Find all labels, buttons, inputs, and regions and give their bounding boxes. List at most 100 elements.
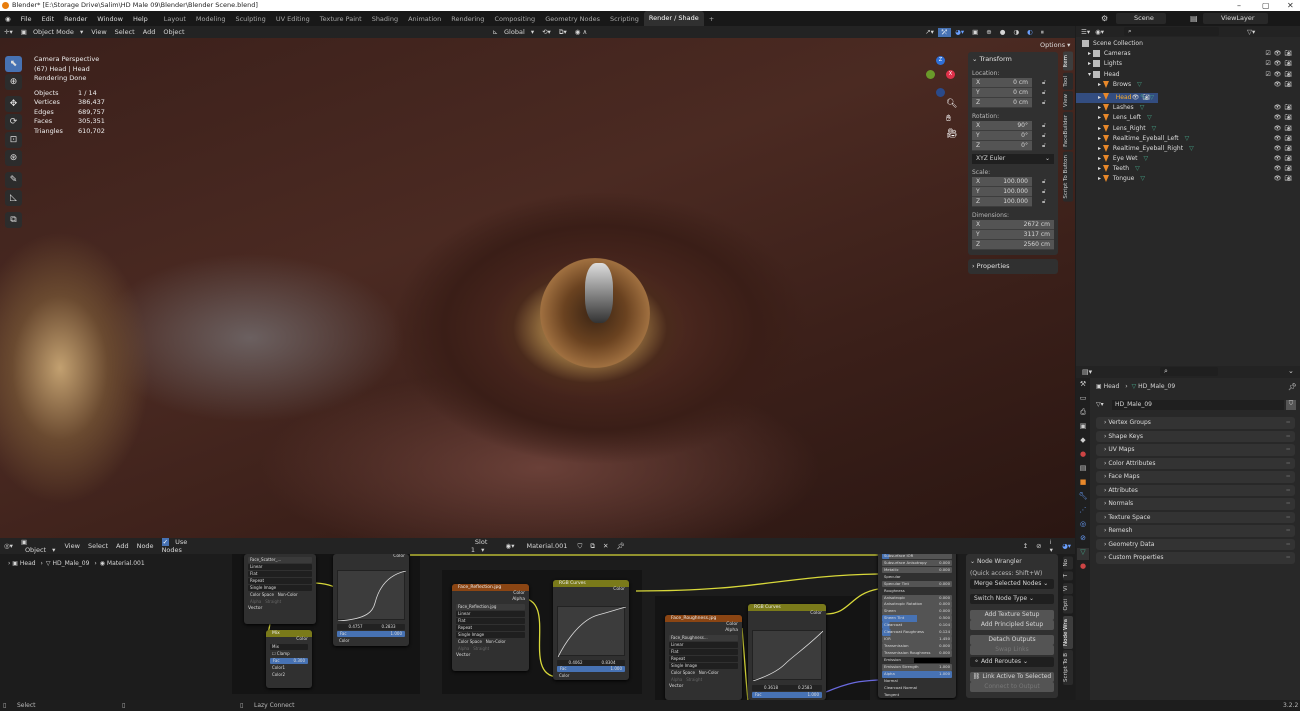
bsdf-input-row[interactable]: Alpha 1.000 xyxy=(882,671,952,678)
lock-icon[interactable]: 🔓︎ xyxy=(1042,178,1046,186)
bsdf-input-row[interactable]: Anisotropic 0.000 xyxy=(882,594,952,601)
overlay-toggle-icon[interactable]: ◕▾ xyxy=(1058,542,1075,550)
material-tab-icon[interactable]: ● xyxy=(1077,562,1089,574)
color-space-row[interactable]: Color Space Non-Color xyxy=(248,592,312,598)
bsdf-input-row[interactable]: Normal xyxy=(882,678,952,684)
vector-input-socket[interactable]: Vector xyxy=(452,653,529,659)
location-y-field[interactable]: Y 0 cm xyxy=(972,88,1032,98)
fake-user-icon[interactable]: ⛉ xyxy=(573,542,586,551)
bsdf-input-row[interactable]: Sheen Tint 0.500 xyxy=(882,615,952,622)
tab-compositing[interactable]: Compositing xyxy=(489,15,540,23)
expand-toggle-icon[interactable]: ▸ xyxy=(1098,93,1101,103)
mode-dropdown[interactable]: ▣ Object Mode ▾ xyxy=(17,28,88,36)
sidebar-tab-view[interactable]: View xyxy=(1063,91,1073,111)
mesh-data-icon[interactable]: ▽ xyxy=(1140,104,1145,111)
blend-mode-dropdown[interactable]: Mix xyxy=(270,644,308,650)
transform-tool-icon[interactable]: ⊛ xyxy=(5,150,22,166)
connect-to-output-button[interactable]: Connect to Output xyxy=(970,682,1054,692)
projection-dropdown[interactable]: Flat xyxy=(669,649,738,655)
visibility-toggles[interactable]: 👁︎📷︎ xyxy=(1274,124,1295,134)
tab-modeling[interactable]: Modeling xyxy=(191,15,231,23)
tab-scripting[interactable]: Scripting xyxy=(605,15,644,23)
output-tab-icon[interactable]: ⎙ xyxy=(1077,408,1089,420)
navigation-gizmo[interactable]: Z X xyxy=(920,52,960,102)
cursor-tool-icon[interactable]: ⊕ xyxy=(5,74,22,90)
slot-dropdown[interactable]: Slot 1 ▾ xyxy=(467,538,502,554)
transform-panel-header[interactable]: ⌄ Transform xyxy=(972,54,1054,65)
select-box-tool-icon[interactable]: ⬉ xyxy=(5,56,22,72)
outliner-row[interactable]: ▸ Lens_Right ▽ 👁︎📷︎ xyxy=(1076,124,1300,134)
outliner-row[interactable]: ▸ Tongue ▽ 👁︎📷︎ xyxy=(1076,174,1300,184)
properties-panel-header[interactable]: › Properties xyxy=(968,259,1058,274)
lock-icon[interactable]: 🔓︎ xyxy=(1042,142,1046,150)
node-title[interactable]: Face_Roughness.jpg xyxy=(665,615,742,622)
link-active-to-selected-button[interactable]: ⛓ Link Active To Selected xyxy=(970,672,1054,682)
bsdf-input-row[interactable]: Metallic 0.000 xyxy=(882,566,952,573)
dimension-y-field[interactable]: Y 3117 cm xyxy=(972,230,1054,240)
display-mode-icon[interactable]: ☰▾ xyxy=(1076,28,1095,36)
use-nodes-checkbox[interactable]: ✓ Use Nodes xyxy=(158,538,209,554)
drag-handle-icon[interactable]: ═ xyxy=(1286,417,1290,429)
vector-input-socket[interactable]: Vector xyxy=(244,606,316,612)
tab-uv-editing[interactable]: UV Editing xyxy=(271,15,315,23)
output-socket[interactable]: Color xyxy=(748,611,826,617)
node-tab-options[interactable]: Opti xyxy=(1063,596,1073,614)
shading-rendered-icon[interactable]: ◐ xyxy=(1023,28,1037,36)
lock-icon[interactable]: 🔓︎ xyxy=(1042,198,1046,206)
interpolation-dropdown[interactable]: Linear xyxy=(248,564,312,570)
gizmo-y-axis[interactable] xyxy=(926,70,935,79)
bsdf-input-row[interactable]: Tangent xyxy=(882,692,952,698)
shader-type-dropdown[interactable]: ▣ Object ▾ xyxy=(17,538,61,554)
extension-dropdown[interactable]: Repeat xyxy=(669,656,738,662)
location-z-field[interactable]: Z 0 cm xyxy=(972,98,1032,108)
rotation-x-field[interactable]: X 90° xyxy=(972,121,1032,131)
visibility-toggles[interactable]: 👁︎📷︎ xyxy=(1274,164,1295,174)
tab-layout[interactable]: Layout xyxy=(159,15,191,23)
rotation-mode-dropdown[interactable]: XYZ Euler ⌄ xyxy=(972,154,1054,164)
outliner-row[interactable]: ▸ Realtime_Eyeball_Left ▽ 👁︎📷︎ xyxy=(1076,134,1300,144)
properties-section-vertex-groups[interactable]: › Vertex Groups ═ xyxy=(1096,417,1295,429)
bsdf-input-row[interactable]: Roughness xyxy=(882,588,952,594)
bsdf-input-row[interactable]: Transmission 0.000 xyxy=(882,643,952,650)
properties-section-attributes[interactable]: › Attributes ═ xyxy=(1096,484,1295,496)
menu-select[interactable]: Select xyxy=(84,542,112,550)
menu-render[interactable]: Render xyxy=(59,15,92,23)
duplicate-material-icon[interactable]: ⧉ xyxy=(586,542,599,551)
dimension-x-field[interactable]: X 2672 cm xyxy=(972,220,1054,230)
bsdf-input-row[interactable]: Clearcoat Roughness 0.124 xyxy=(882,629,952,636)
outliner-row[interactable]: ▸ Lights ☑👁︎📷︎ xyxy=(1076,59,1300,69)
bsdf-input-row[interactable]: Emission Strength 1.000 xyxy=(882,664,952,671)
drag-handle-icon[interactable]: ═ xyxy=(1286,471,1290,483)
zoom-view-icon[interactable]: 🔍︎ xyxy=(946,99,957,109)
tab-render-shade[interactable]: Render / Shade xyxy=(643,11,704,26)
collection-tab-icon[interactable]: ▤ xyxy=(1077,464,1089,476)
menu-edit[interactable]: Edit xyxy=(37,15,60,23)
sidebar-tab-script-to-button[interactable]: Script To Button xyxy=(1063,152,1073,202)
image-texture-node-reflection[interactable]: Face_Reflection.jpg Color Alpha Face_Ref… xyxy=(452,584,529,671)
menu-window[interactable]: Window xyxy=(92,15,128,23)
output-socket[interactable]: Color xyxy=(266,637,312,643)
visibility-toggles[interactable]: 👁︎📷︎ xyxy=(1274,134,1295,144)
rotation-z-field[interactable]: Z 0° xyxy=(972,141,1032,151)
visibility-icon[interactable]: ↗▾ xyxy=(921,28,938,36)
menu-select[interactable]: Select xyxy=(111,28,139,36)
view-layer-tab-icon[interactable]: ▣ xyxy=(1077,422,1089,434)
fac-field[interactable]: Fac 1.000 xyxy=(557,666,625,672)
mesh-data-icon[interactable]: ▽ xyxy=(1185,135,1190,142)
editor-type-icon[interactable]: ✛▾ xyxy=(0,28,17,36)
bsdf-input-row[interactable]: Anisotropic Rotation 0.000 xyxy=(882,601,952,608)
shading-wireframe-icon[interactable]: ⊕ xyxy=(982,28,995,36)
properties-section-face-maps[interactable]: › Face Maps ═ xyxy=(1096,471,1295,483)
properties-search-input[interactable]: ⌕ xyxy=(1160,367,1218,376)
properties-section-texture-space[interactable]: › Texture Space ═ xyxy=(1096,511,1295,523)
node-tab-view[interactable]: Vi xyxy=(1063,582,1073,595)
drag-handle-icon[interactable]: ═ xyxy=(1286,444,1290,456)
properties-section-color-attributes[interactable]: › Color Attributes ═ xyxy=(1096,457,1295,469)
fac-field[interactable]: Fac 1.000 xyxy=(337,631,405,637)
bsdf-input-row[interactable]: Specular Tint 0.000 xyxy=(882,580,952,587)
shading-solid-icon[interactable]: ● xyxy=(996,28,1010,36)
node-title[interactable]: Mix xyxy=(266,630,312,637)
mesh-name-field[interactable]: HD_Male_09 xyxy=(1112,400,1284,410)
properties-section-remesh[interactable]: › Remesh ═ xyxy=(1096,525,1295,537)
mesh-datablock-icon[interactable]: ▽▾ xyxy=(1096,401,1104,408)
